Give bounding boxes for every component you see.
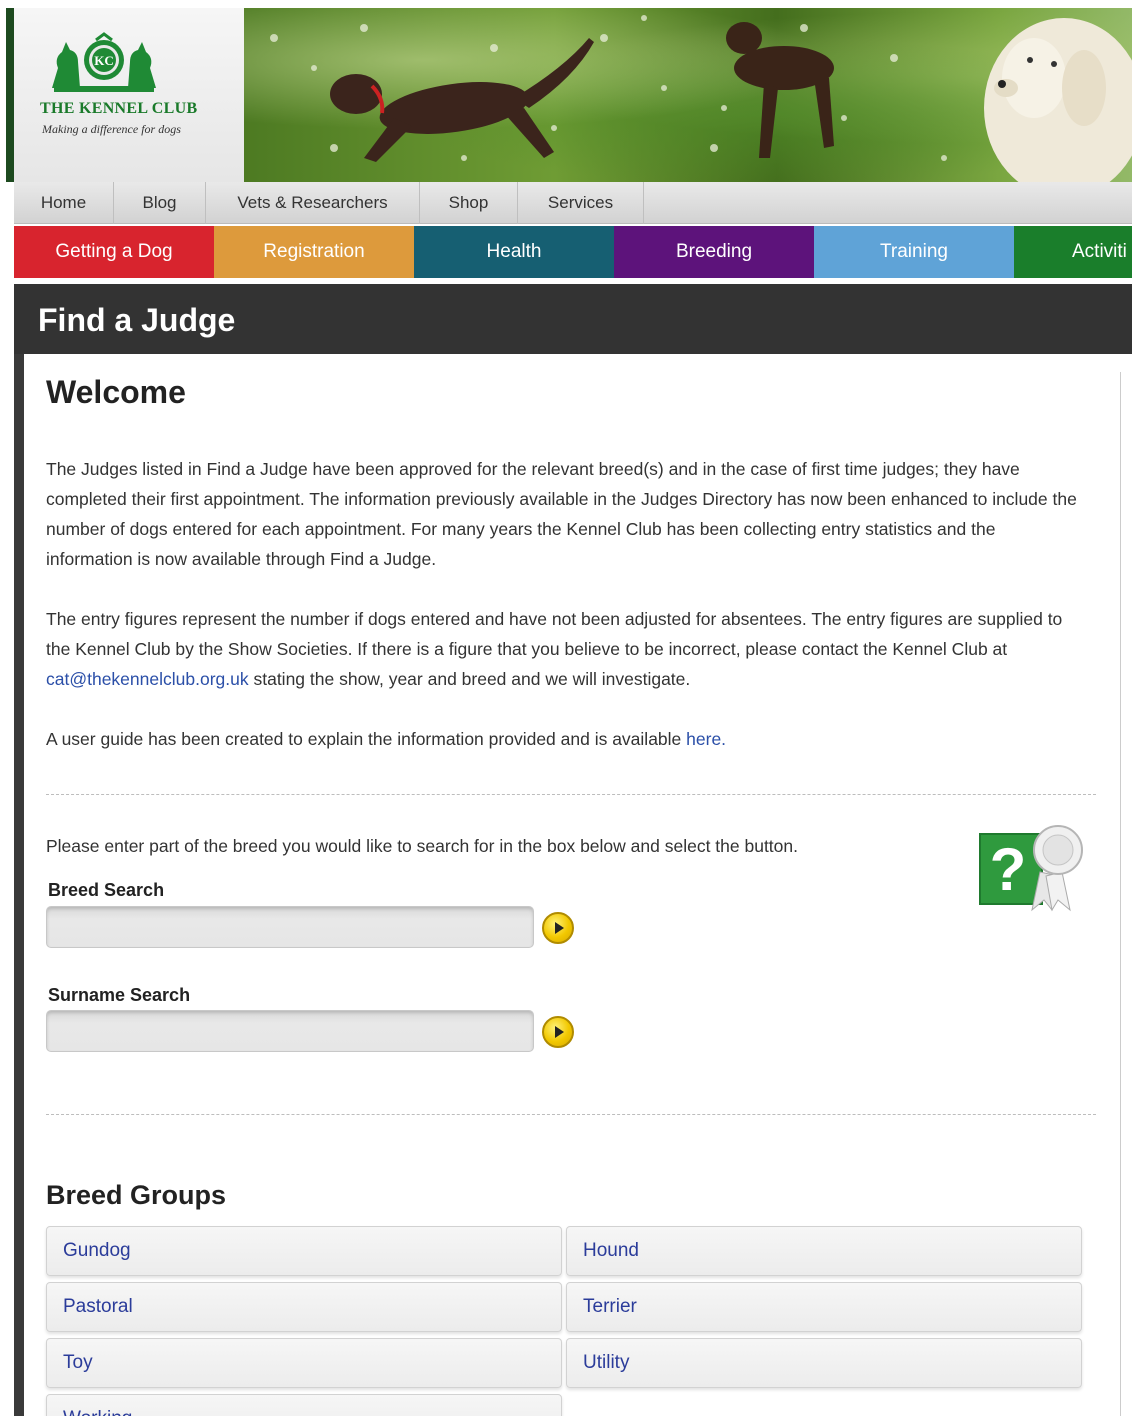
breed-group-utility[interactable]: Utility: [566, 1338, 1082, 1388]
breed-group-pastoral[interactable]: Pastoral: [46, 1282, 562, 1332]
content-left-border: [14, 354, 24, 1416]
brand-name: THE KENNEL CLUB: [40, 100, 198, 117]
breed-group-toy[interactable]: Toy: [46, 1338, 562, 1388]
page-title: Find a Judge: [38, 302, 236, 338]
header-banner-image: [244, 8, 1132, 182]
site-logo[interactable]: KC THE KENNEL CLUB Making a difference f…: [6, 8, 244, 182]
svg-text:?: ?: [990, 836, 1027, 903]
nav-training[interactable]: Training: [814, 226, 1014, 278]
breed-group-hound[interactable]: Hound: [566, 1226, 1082, 1276]
kennel-club-emblem-icon: KC: [52, 32, 156, 92]
content-right-border: [1120, 372, 1121, 1416]
play-arrow-icon: [555, 922, 564, 934]
intro-paragraph: The Judges listed in Find a Judge have b…: [46, 459, 1077, 569]
entry-figures-paragraph: The entry figures represent the number i…: [46, 609, 1063, 689]
play-arrow-icon: [555, 1026, 564, 1038]
dogs-photo-illustration: [270, 15, 1132, 182]
brand-tagline: Making a difference for dogs: [42, 122, 181, 136]
nav-registration[interactable]: Registration: [214, 226, 414, 278]
user-guide-link[interactable]: here.: [686, 729, 726, 749]
breed-group-terrier[interactable]: Terrier: [566, 1282, 1082, 1332]
left-edge: [0, 0, 14, 1416]
top-navigation: Home Blog Vets & Researchers Shop Servic…: [14, 182, 1132, 224]
surname-search-input[interactable]: [46, 1010, 534, 1052]
welcome-heading: Welcome: [46, 374, 186, 410]
breed-group-gundog[interactable]: Gundog: [46, 1226, 562, 1276]
nav-getting-a-dog[interactable]: Getting a Dog: [14, 226, 214, 278]
breed-search-label: Breed Search: [48, 880, 165, 900]
surname-search-label: Surname Search: [48, 985, 191, 1005]
nav-services[interactable]: Services: [518, 182, 644, 224]
surname-search-button[interactable]: [542, 1016, 574, 1048]
user-guide-paragraph: A user guide has been created to explain…: [46, 729, 727, 749]
page-header-bar: Find a Judge: [14, 284, 1132, 354]
breed-group-working[interactable]: Working: [46, 1394, 562, 1416]
section-divider: [46, 794, 1096, 795]
nav-breeding[interactable]: Breeding: [614, 226, 814, 278]
nav-vets-researchers[interactable]: Vets & Researchers: [206, 182, 420, 224]
nav-shop[interactable]: Shop: [420, 182, 518, 224]
help-question-rosette-icon: ?: [979, 825, 1083, 912]
breed-search-input[interactable]: [46, 906, 534, 948]
breed-groups-heading: Breed Groups: [46, 1180, 227, 1210]
breed-search-button[interactable]: [542, 912, 574, 944]
section-divider: [46, 1114, 1096, 1115]
nav-home[interactable]: Home: [14, 182, 114, 224]
contact-email-link[interactable]: cat@thekennelclub.org.uk: [46, 669, 249, 689]
site-header: KC THE KENNEL CLUB Making a difference f…: [6, 8, 1132, 182]
nav-activities[interactable]: Activiti: [1014, 226, 1132, 278]
nav-blog[interactable]: Blog: [114, 182, 206, 224]
nav-health[interactable]: Health: [414, 226, 614, 278]
search-instructions: Please enter part of the breed you would…: [46, 836, 798, 856]
category-navigation: Getting a Dog Registration Health Breedi…: [14, 226, 1132, 278]
svg-text:KC: KC: [94, 53, 114, 68]
